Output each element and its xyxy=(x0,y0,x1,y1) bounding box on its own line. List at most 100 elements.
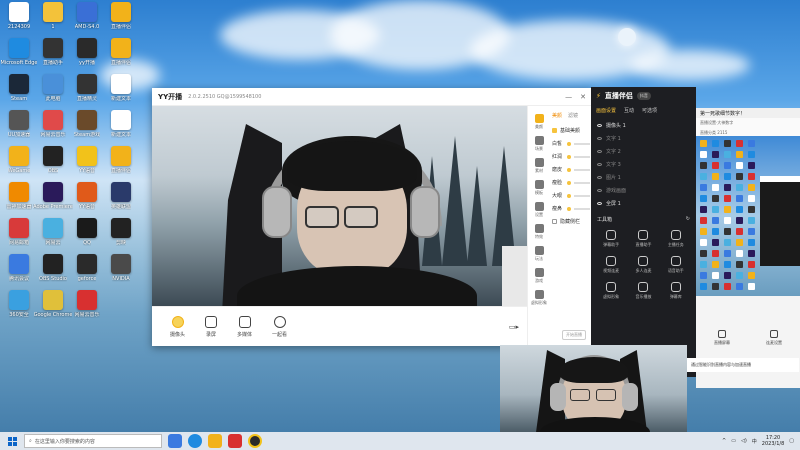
slider-track[interactable] xyxy=(574,194,590,197)
source-item[interactable]: 全屏 1 xyxy=(591,197,696,210)
desktop-icon[interactable]: 英雄联盟 xyxy=(104,182,138,210)
slider-track[interactable] xyxy=(574,155,590,158)
toolbox-item[interactable]: 直播助手 xyxy=(627,230,659,248)
volume-icon[interactable]: ◁) xyxy=(741,438,747,444)
desktop-icon[interactable]: YY语音 xyxy=(70,146,104,174)
desktop-icon[interactable]: UU加速器 xyxy=(2,110,36,138)
slider-handle[interactable] xyxy=(567,193,571,198)
checkbox-icon[interactable] xyxy=(552,128,557,133)
desktop-icon[interactable]: Microsoft Edge xyxy=(1,38,37,66)
yy-title-bar[interactable]: YY开播 2.0.2.2510 GQ@1599548100 — ✕ xyxy=(152,88,592,106)
yy-taskbar-icon[interactable] xyxy=(248,434,262,448)
platform-badge[interactable]: 抖音 xyxy=(636,92,651,100)
toolbox-item[interactable]: 虚拟形象 xyxy=(595,282,627,300)
beauty-slider[interactable]: 红润 xyxy=(552,153,590,160)
side-tool[interactable]: 特效 xyxy=(534,224,544,240)
desktop-icon[interactable]: 2124309 xyxy=(2,2,36,30)
app-icon[interactable] xyxy=(228,434,242,448)
side-tool[interactable]: 场景 xyxy=(534,136,544,152)
beauty-slider[interactable]: 瘦鼻 xyxy=(552,205,590,212)
taskbar-search[interactable]: ⌕ 在这里输入你要搜索的内容 xyxy=(24,434,162,448)
minimize-button[interactable]: — xyxy=(565,93,572,101)
desktop-icon[interactable]: 网易云音乐 xyxy=(36,110,70,138)
explorer-icon[interactable] xyxy=(208,434,222,448)
side-tool[interactable]: 模板 xyxy=(534,180,544,196)
side-tool[interactable]: 设置 xyxy=(534,202,544,218)
screen-record-button[interactable]: 录屏 xyxy=(205,315,218,338)
side-tool[interactable]: 游戏 xyxy=(534,268,544,284)
slider-handle[interactable] xyxy=(567,154,571,159)
beauty-slider[interactable]: 大眼 xyxy=(552,192,590,199)
desktop-icon[interactable]: OBS xyxy=(36,146,70,174)
desktop-icon[interactable]: 直播伴侣 xyxy=(104,146,138,174)
desktop-icon[interactable]: WeGame xyxy=(2,146,36,174)
chevron-up-icon[interactable]: ^ xyxy=(722,438,726,444)
checkbox-icon[interactable] xyxy=(552,219,557,224)
source-item[interactable]: 图片 1 xyxy=(591,171,696,184)
side-tool[interactable]: 美颜 xyxy=(534,114,544,130)
desktop-icon[interactable]: AMD-S4.0 xyxy=(70,2,104,30)
close-button[interactable]: ✕ xyxy=(580,93,586,101)
taskview-icon[interactable] xyxy=(168,434,182,448)
eye-icon[interactable] xyxy=(597,137,602,140)
basic-beauty-toggle[interactable]: 基础美颜 xyxy=(560,127,580,134)
desktop-icon[interactable]: 剪映 xyxy=(104,218,138,246)
eye-icon[interactable] xyxy=(597,163,602,166)
desktop-icon[interactable]: 雷神加速器 xyxy=(2,182,36,210)
notification-toast[interactable]: 通过智能识别直播内容与加速直播 xyxy=(687,358,799,372)
video-camera-icon[interactable]: ▭▸ xyxy=(509,323,519,331)
notification-icon[interactable]: ▢ xyxy=(789,438,794,444)
slider-handle[interactable] xyxy=(567,167,571,172)
clock[interactable]: 17:20 2023/1/8 xyxy=(762,435,784,447)
camera-button[interactable]: 摄像头 xyxy=(170,315,185,338)
desktop-icon[interactable]: Google Chrome xyxy=(34,290,72,318)
toolbox-item[interactable]: 弹幕助手 xyxy=(595,230,627,248)
beauty-slider[interactable]: 磨皮 xyxy=(552,166,590,173)
toolbox-item[interactable]: 多人连麦 xyxy=(627,256,659,274)
source-item[interactable]: 游戏画面 xyxy=(591,184,696,197)
source-item[interactable]: 文字 2 xyxy=(591,145,696,158)
desktop-icon[interactable]: QQ xyxy=(70,218,104,246)
desktop-icon[interactable]: Steam游戏 xyxy=(70,110,104,138)
start-button[interactable] xyxy=(0,432,24,450)
ime-icon[interactable]: 中 xyxy=(752,438,757,445)
watch-together-button[interactable]: 一起看 xyxy=(272,315,287,338)
yy-live-window[interactable]: YY开播 2.0.2.2510 GQ@1599548100 — ✕ 摄像头 录屏… xyxy=(152,88,592,346)
desktop-icon[interactable]: 直播伴侣 xyxy=(104,2,138,30)
desktop-icon[interactable]: 新建文本 xyxy=(104,110,138,138)
desktop-icon[interactable]: 直播精灵 xyxy=(70,74,104,102)
slider-track[interactable] xyxy=(574,168,590,171)
eye-icon[interactable] xyxy=(597,189,602,192)
connect-settings-button[interactable]: 连麦设置 xyxy=(766,330,782,346)
desktop-icon[interactable]: 腾讯会议 xyxy=(2,254,36,282)
desktop-icon[interactable]: 此电脑 xyxy=(36,74,70,102)
companion-tab[interactable]: 画面设置 xyxy=(596,107,616,114)
beauty-slider[interactable]: 瘦脸 xyxy=(552,179,590,186)
desktop-icon[interactable]: OBS Studio xyxy=(36,254,70,282)
toolbox-item[interactable]: 语音助手 xyxy=(660,256,692,274)
desktop-icon[interactable]: 网易邮箱 xyxy=(2,218,36,246)
eye-icon[interactable] xyxy=(597,150,602,153)
companion-tab[interactable]: 互动 xyxy=(624,107,634,114)
refresh-icon[interactable]: ↻ xyxy=(686,216,690,223)
eye-icon[interactable] xyxy=(597,124,602,127)
desktop-icon[interactable]: geforce xyxy=(70,254,104,282)
desktop-icon[interactable]: 1 xyxy=(36,2,70,30)
desktop-icon[interactable]: 网易云音乐 xyxy=(70,290,104,318)
slider-handle[interactable] xyxy=(567,180,571,185)
tab-filter[interactable]: 滤镜 xyxy=(568,112,578,127)
multimedia-button[interactable]: 多媒体 xyxy=(237,315,252,338)
network-icon[interactable]: ▭ xyxy=(731,438,736,444)
hide-sidebar-option[interactable]: 隐藏侧栏 xyxy=(560,218,580,225)
slider-track[interactable] xyxy=(574,181,590,184)
desktop-icon[interactable]: 360安全 xyxy=(2,290,36,318)
source-item[interactable]: 文字 1 xyxy=(591,132,696,145)
desktop-icon[interactable]: 新建文本 xyxy=(104,74,138,102)
slider-handle[interactable] xyxy=(567,206,571,211)
desktop-icon[interactable]: NVIDIA xyxy=(104,254,138,282)
toolbox-item[interactable]: 视频连麦 xyxy=(595,256,627,274)
beauty-slider[interactable]: 白皙 xyxy=(552,140,590,147)
side-tool[interactable]: 玩法 xyxy=(534,246,544,262)
toolbox-item[interactable]: 弹幕库 xyxy=(660,282,692,300)
eye-icon[interactable] xyxy=(597,176,602,179)
